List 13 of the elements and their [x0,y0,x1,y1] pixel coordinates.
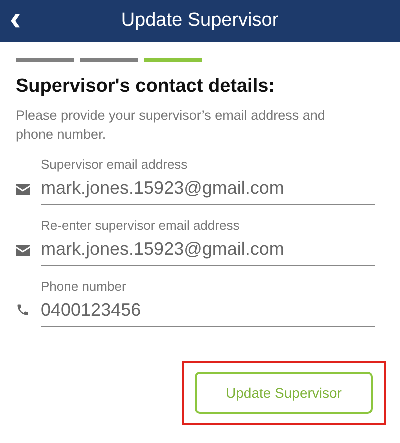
mail-icon [16,184,30,195]
section-heading: Supervisor's contact details: [16,76,276,98]
phone-icon [16,303,30,317]
field-label: Supervisor email address [41,157,189,172]
description-text: Please provide your supervisor’s email address and phone number. [16,107,326,144]
input-field[interactable]: 0400123456 [41,300,375,327]
input-field[interactable]: mark.jones.15923@gmail.com [41,239,375,266]
input-field[interactable]: mark.jones.15923@gmail.com [41,178,375,205]
page-title: Update Supervisor [121,10,279,32]
field-label: Re-enter supervisor email address [41,218,241,233]
mail-icon [16,245,30,256]
field-label: Phone number [41,279,128,294]
back-button[interactable]: ‹ [10,2,22,36]
